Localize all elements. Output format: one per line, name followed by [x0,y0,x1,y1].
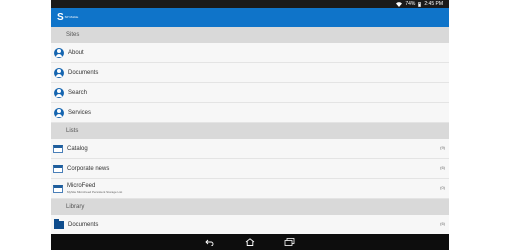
site-label: About [68,49,84,56]
status-indicators: 74% 2:45 PM [396,0,443,8]
site-row-documents[interactable]: Documents [51,63,449,83]
item-count: (6) [440,221,445,226]
list-label: MicroFeed [67,183,96,189]
navigation-bar [51,234,449,250]
list-icon [53,144,63,153]
list-description: MySite MicroFeed Persistent Storage List [67,190,123,194]
site-row-search[interactable]: Search [51,83,449,103]
site-icon [54,67,64,78]
app-bar: S SP Mobile [51,8,449,27]
site-row-about[interactable]: About [51,43,449,63]
wifi-icon [396,1,403,7]
battery-percent: 74% [405,1,416,7]
back-icon [204,239,213,246]
recents-button[interactable] [283,237,295,247]
item-count: (9) [440,145,445,150]
site-icon [54,47,64,58]
library-row-documents[interactable]: Documents (6) [51,215,449,235]
list-label: Corporate news [67,165,110,172]
item-count: (6) [440,165,445,170]
tablet-screen: 74% 2:45 PM S SP Mobile Sites About Docu… [51,0,449,250]
battery-icon [418,1,422,7]
site-label: Documents [68,69,99,76]
app-logo[interactable]: S SP Mobile [57,12,78,23]
clock: 2:45 PM [424,1,443,7]
site-label: Services [68,109,92,116]
section-header-lists: Lists [51,123,449,139]
library-label: Documents [68,221,99,228]
site-icon [54,87,64,98]
section-header-library: Library [51,199,449,215]
list-row-corporate-news[interactable]: Corporate news (6) [51,159,449,179]
home-button[interactable] [244,237,256,247]
list-row-microfeed[interactable]: MicroFeed MySite MicroFeed Persistent St… [51,179,449,199]
content-list: Sites About Documents Search Services Li… [51,27,449,235]
status-bar: 74% 2:45 PM [51,0,449,8]
folder-icon [54,218,64,229]
recents-icon [284,238,294,246]
logo-subtext: SP Mobile [64,15,79,19]
list-label: Catalog [67,145,88,152]
home-icon [245,238,255,246]
site-row-services[interactable]: Services [51,103,449,123]
back-button[interactable] [203,237,215,247]
list-icon [53,164,63,173]
logo-letter: S [57,12,64,23]
list-icon [53,184,63,193]
list-row-catalog[interactable]: Catalog (9) [51,139,449,159]
site-icon [54,107,64,118]
item-count: (0) [440,185,445,190]
list-text: MicroFeed MySite MicroFeed Persistent St… [67,183,122,194]
section-header-sites: Sites [51,27,449,43]
site-label: Search [68,89,88,96]
